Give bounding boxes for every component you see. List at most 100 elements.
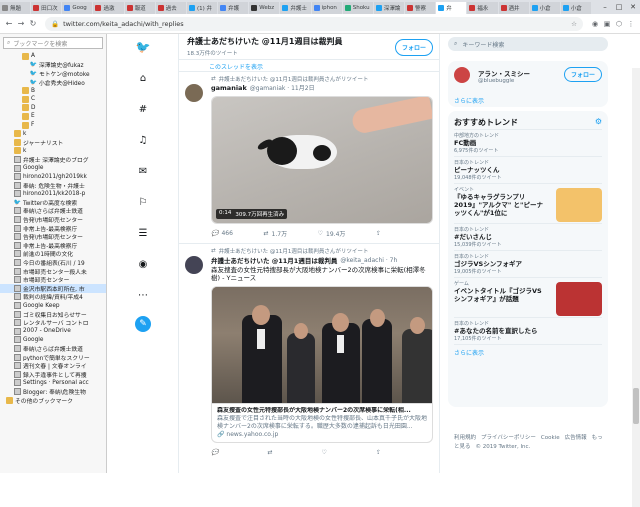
- trend-item[interactable]: 日本のトレンド #あなたの名前を直訳したら 17,105件のツイート: [454, 318, 602, 345]
- footer-link[interactable]: 広告情報: [565, 435, 587, 441]
- bookmark-folder[interactable]: B: [0, 86, 106, 95]
- scrollbar-thumb[interactable]: [633, 388, 639, 424]
- bookmark-item[interactable]: 🐦 小倉秀夫@Hideo: [0, 78, 106, 87]
- bookmark-item[interactable]: 🐦 Twitterの高度な検索: [0, 198, 106, 207]
- bookmark-item[interactable]: 🐦 モトケン@motoke: [0, 69, 106, 78]
- share-button[interactable]: ⇪: [376, 230, 381, 237]
- tweet[interactable]: ⇄ 弁護士あだちけいた @11月1週目は裁判員さんがリツイート gamaniak @…: [179, 72, 439, 244]
- compose-tweet-button[interactable]: ✎: [135, 316, 151, 332]
- tweet[interactable]: ⇄ 弁護士あだちけいた @11月1週目は裁判員さんがリツイート 弁護士あだちけいた…: [179, 244, 439, 473]
- bookmark-item[interactable]: 金沢市駅西本町所在, 市: [0, 284, 106, 293]
- browser-tab[interactable]: (1) 弁: [186, 2, 218, 14]
- forward-icon[interactable]: →: [15, 19, 27, 28]
- back-icon[interactable]: ←: [3, 19, 15, 28]
- avatar[interactable]: [185, 256, 203, 274]
- bookmark-item[interactable]: Google Keep: [0, 301, 106, 310]
- browser-tab[interactable]: 過去: [155, 2, 186, 14]
- bookmark-item[interactable]: 裁判の経緯/資料/平成4: [0, 293, 106, 301]
- browser-tab[interactable]: Goog: [62, 2, 93, 14]
- bookmark-item[interactable]: レンタルサーバ コントロ: [0, 318, 106, 327]
- extension-icon[interactable]: ⬡: [613, 20, 625, 28]
- browser-tab[interactable]: 酒井: [498, 2, 529, 14]
- bookmark-item[interactable]: Google: [0, 164, 106, 173]
- bookmark-item[interactable]: 市場卸売センター殺人未: [0, 267, 106, 275]
- bookmark-folder[interactable]: その他のブックマーク: [0, 396, 106, 404]
- browser-tab[interactable]: 警察: [405, 2, 436, 14]
- bookmark-item[interactable]: 非常上告-最高検察庁: [0, 241, 106, 250]
- explore-hashtag-icon[interactable]: #: [136, 102, 150, 116]
- footer-link[interactable]: プライバシーポリシー: [481, 435, 536, 441]
- close-icon[interactable]: ✕: [626, 3, 640, 11]
- twitter-search-input[interactable]: ⌕ キーワード検索: [448, 37, 608, 51]
- bookmark-item[interactable]: 奉納\さらば弁護士鉄道: [0, 207, 106, 215]
- show-thread-link[interactable]: このスレッドを表示: [179, 60, 439, 72]
- browser-tab[interactable]: 小倉: [529, 2, 560, 14]
- bookmark-folder[interactable]: E: [0, 112, 106, 121]
- extension-icon[interactable]: ▣: [601, 20, 613, 28]
- menu-icon[interactable]: ⋮: [625, 20, 637, 28]
- extension-icon[interactable]: ◉: [589, 20, 601, 28]
- bookmark-item[interactable]: 弁護士 深澤論史のブログ: [0, 155, 106, 164]
- messages-icon[interactable]: ✉: [136, 164, 150, 178]
- bookmark-item[interactable]: 奉納: 危険生物・弁護士: [0, 181, 106, 190]
- footer-link[interactable]: Cookie: [541, 435, 560, 441]
- like-button[interactable]: ♡: [322, 449, 327, 456]
- browser-tab[interactable]: 過激: [93, 2, 124, 14]
- page-scrollbar[interactable]: [632, 68, 640, 507]
- bookmark-item[interactable]: 2007 - OneDrive: [0, 327, 106, 336]
- browser-tab[interactable]: 弁護: [218, 2, 249, 14]
- reply-button[interactable]: 💬 466: [211, 230, 233, 237]
- bookmark-item[interactable]: 奉納\さらば弁護士鉄道: [0, 344, 106, 353]
- browser-tab[interactable]: 小倉: [560, 2, 591, 14]
- lists-icon[interactable]: ☰: [136, 226, 150, 240]
- bookmark-folder[interactable]: k: [0, 147, 106, 156]
- browser-tab[interactable]: 無題: [0, 2, 31, 14]
- trend-item[interactable]: 日本のトレンド #だいさんじ 15,039件のツイート: [454, 224, 602, 251]
- bookmark-folder[interactable]: C: [0, 95, 106, 104]
- browser-tab[interactable]: 田口次: [31, 2, 62, 14]
- bookmark-item[interactable]: 非常上告-最高検察庁: [0, 224, 106, 232]
- star-icon[interactable]: ☆: [571, 20, 577, 28]
- browser-tab[interactable]: 報道: [124, 2, 155, 14]
- home-icon[interactable]: ⌂: [136, 71, 150, 85]
- trend-item[interactable]: 日本のトレンド ゴジラVSシンフォギア 19,005件のツイート: [454, 251, 602, 278]
- notifications-icon[interactable]: ♫: [136, 133, 150, 147]
- bookmark-item[interactable]: Blogger: 奉納\危険生物: [0, 387, 106, 396]
- bookmark-search-input[interactable]: ⌕ ブックマークを検索: [3, 37, 103, 49]
- browser-tab[interactable]: iphon: [311, 2, 342, 14]
- retweet-button[interactable]: ⇄ 1.7万: [264, 229, 288, 238]
- browser-tab[interactable]: 福永: [467, 2, 498, 14]
- bookmark-item[interactable]: hirono2011/gh2019kk: [0, 172, 106, 181]
- tweet-author[interactable]: gamaniak @gamaniak · 11月2日: [211, 83, 433, 93]
- avatar[interactable]: [454, 67, 470, 83]
- bookmark-folder[interactable]: D: [0, 104, 106, 113]
- link-card[interactable]: 森友捜査の女性元特捜部長が大阪地検ナンバー2の次席検事に栄転(相... 森友捜査…: [211, 286, 433, 443]
- browser-tab[interactable]: Webz: [249, 2, 280, 14]
- trend-item[interactable]: ゲーム イベントタイトル『ゴジラVSシンフォギア』が話題: [454, 278, 602, 318]
- bookmark-item[interactable]: 告発\市場卸売センター: [0, 215, 106, 224]
- bookmark-folder[interactable]: k: [0, 129, 106, 138]
- reply-button[interactable]: 💬: [211, 449, 218, 456]
- profile-icon[interactable]: ◉: [136, 257, 150, 271]
- bookmark-item[interactable]: 前進の1時間の文化: [0, 250, 106, 258]
- trend-item[interactable]: 中部地方のトレンド FC動画 6,975件のツイート: [454, 130, 602, 157]
- browser-tab[interactable]: Shoku: [342, 2, 373, 14]
- follow-button[interactable]: フォロー: [394, 39, 433, 56]
- retweet-button[interactable]: ⇄: [268, 449, 273, 456]
- trend-item[interactable]: 日本のトレンド ピーナッツくん 19,048件のツイート: [454, 157, 602, 184]
- bookmark-item[interactable]: pythonで簡単なスクリー: [0, 353, 106, 361]
- bookmark-item[interactable]: 週刊文春 | 文春オンライ: [0, 361, 106, 370]
- browser-tab[interactable]: 深澤論: [373, 2, 405, 14]
- share-button[interactable]: ⇪: [376, 449, 381, 456]
- footer-link[interactable]: 利用規約: [454, 435, 476, 441]
- gear-icon[interactable]: ⚙: [595, 117, 602, 126]
- reload-icon[interactable]: ↻: [27, 19, 39, 28]
- bookmark-folder[interactable]: ジャーナリスト: [0, 138, 106, 147]
- follow-button[interactable]: フォロー: [563, 67, 602, 82]
- minimize-icon[interactable]: –: [598, 3, 612, 11]
- url-input[interactable]: 🔒 twitter.com/keita_adachi/with_replies …: [45, 16, 583, 31]
- maximize-icon[interactable]: □: [612, 3, 626, 11]
- trends-more-link[interactable]: さらに表示: [454, 348, 602, 357]
- bookmark-item[interactable]: Settings · Personal acc: [0, 379, 106, 388]
- like-button[interactable]: ♡ 19.4万: [318, 229, 346, 238]
